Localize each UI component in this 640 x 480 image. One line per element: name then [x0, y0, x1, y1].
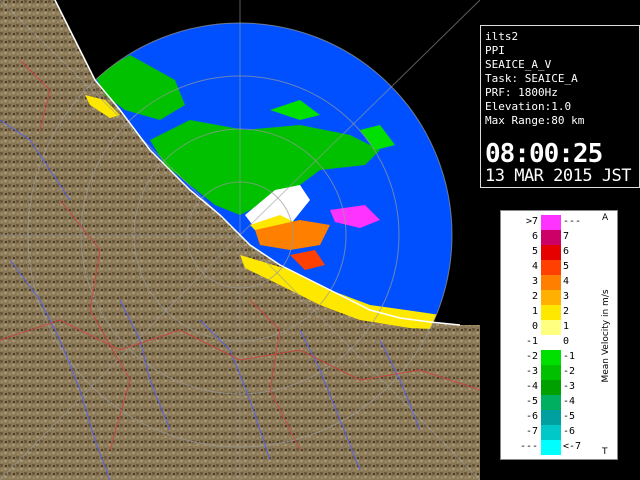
legend-upper-bound: -3 — [563, 381, 576, 392]
scan-info-panel: ilts2 PPI SEAICE_A_V Task: SEAICE_A PRF:… — [480, 25, 640, 188]
legend-lower-bound: 2 — [531, 291, 538, 302]
legend-swatch — [541, 215, 561, 230]
elevation-value: Elevation:1.0 — [485, 100, 572, 113]
legend-upper-bound: 0 — [563, 336, 570, 347]
legend-swatch — [541, 350, 561, 365]
legend-lower-bound: -2 — [525, 351, 538, 362]
legend-bottom-mark: T — [602, 447, 608, 457]
scan-type: PPI — [485, 44, 505, 57]
legend-swatch — [541, 335, 561, 350]
legend-swatch — [541, 425, 561, 440]
legend-upper-bound: --- — [563, 216, 582, 227]
scan-time: 08:00:25 — [485, 139, 603, 169]
legend-lower-bound: 3 — [531, 276, 538, 287]
velocity-legend: >7 --- 6 7 5 6 4 5 3 4 2 3 1 2 0 1 -1 0 -2 -1 -3 -2 -4 -3 -5 -4 -6… — [500, 210, 618, 460]
legend-upper-bound: 3 — [563, 291, 570, 302]
legend-lower-bound: 6 — [531, 231, 538, 242]
prf-value: PRF: 1800Hz — [485, 86, 558, 99]
legend-upper-bound: 4 — [563, 276, 570, 287]
legend-lower-bound: 4 — [531, 261, 538, 272]
legend-lower-bound: -4 — [525, 381, 538, 392]
legend-swatch — [541, 440, 561, 455]
legend-swatch — [541, 320, 561, 335]
max-range-value: Max Range:80 km — [485, 114, 585, 127]
product-name: SEAICE_A_V — [485, 58, 552, 71]
legend-upper-bound: -2 — [563, 366, 576, 377]
legend-lower-bound: -3 — [525, 366, 538, 377]
legend-swatch — [541, 305, 561, 320]
legend-swatch — [541, 365, 561, 380]
legend-upper-bound: -6 — [563, 426, 576, 437]
legend-swatch — [541, 395, 561, 410]
radar-name: ilts2 — [485, 30, 519, 43]
legend-upper-bound: <-7 — [563, 441, 582, 452]
legend-swatch — [541, 260, 561, 275]
legend-lower-bound: 1 — [531, 306, 538, 317]
legend-upper-bound: 1 — [563, 321, 570, 332]
legend-title: Mean Velocity in m/s — [596, 211, 616, 461]
scan-date: 13 MAR 2015 JST — [485, 166, 632, 186]
legend-upper-bound: 2 — [563, 306, 570, 317]
legend-upper-bound: 5 — [563, 261, 570, 272]
legend-swatch — [541, 245, 561, 260]
radar-ppi-display — [0, 0, 480, 480]
legend-swatch — [541, 410, 561, 425]
legend-upper-bound: 7 — [563, 231, 570, 242]
task-name: Task: SEAICE_A — [485, 72, 578, 85]
legend-lower-bound: -6 — [525, 411, 538, 422]
legend-lower-bound: 0 — [531, 321, 538, 332]
legend-swatch — [541, 230, 561, 245]
legend-title-text: Mean Velocity in m/s — [601, 289, 611, 383]
legend-upper-bound: -5 — [563, 411, 576, 422]
legend-lower-bound: 5 — [531, 246, 538, 257]
legend-swatch — [541, 275, 561, 290]
legend-upper-bound: -4 — [563, 396, 576, 407]
legend-upper-bound: 6 — [563, 246, 570, 257]
legend-swatch — [541, 290, 561, 305]
legend-upper-bound: -1 — [563, 351, 576, 362]
legend-lower-bound: -1 — [525, 336, 538, 347]
legend-lower-bound: -5 — [525, 396, 538, 407]
legend-lower-bound: --- — [519, 441, 538, 452]
legend-swatch — [541, 380, 561, 395]
legend-lower-bound: >7 — [525, 216, 538, 227]
legend-lower-bound: -7 — [525, 426, 538, 437]
